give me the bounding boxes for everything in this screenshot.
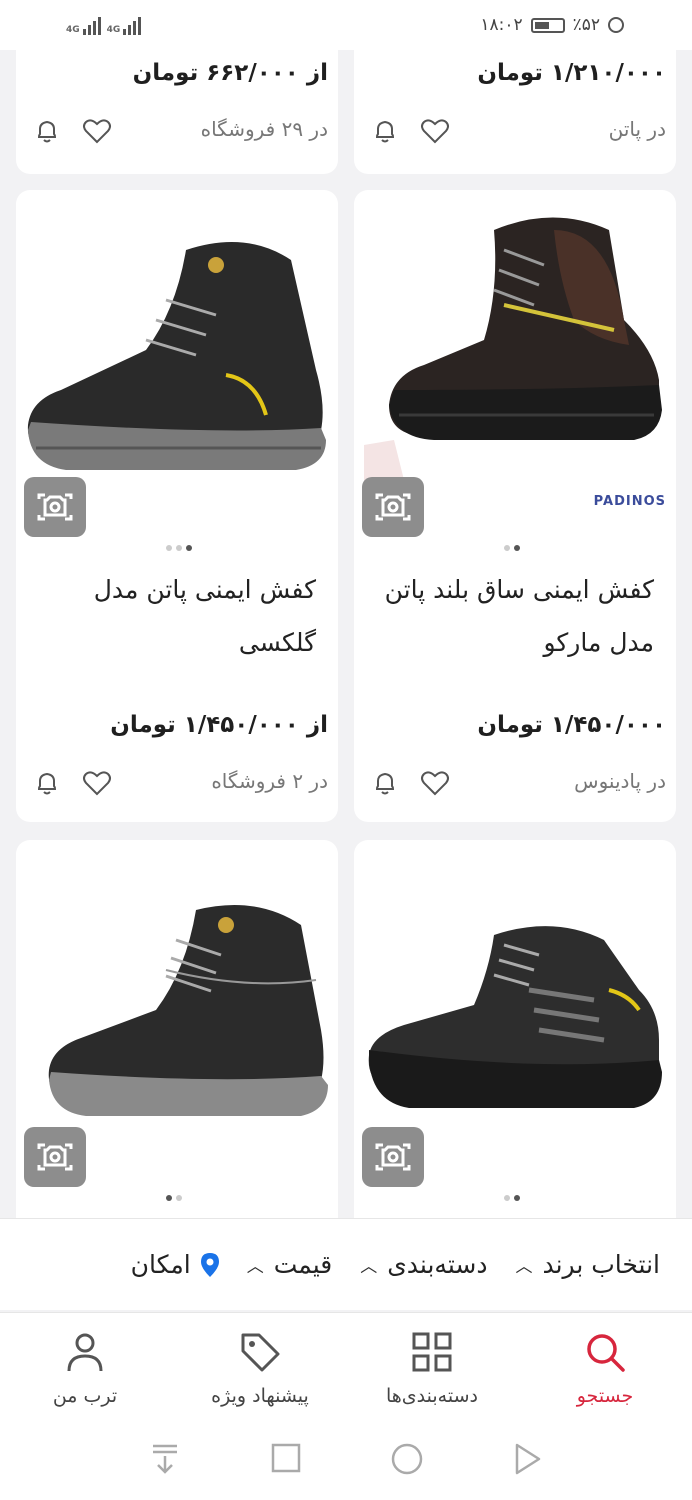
- notification-pull-icon[interactable]: [150, 1442, 180, 1476]
- chevron-up-icon: ︿: [515, 1257, 533, 1277]
- product-seller: در پادینوس: [574, 769, 666, 793]
- nav-label: دسته‌بندی‌ها: [386, 1385, 478, 1407]
- pager-dot: [504, 1195, 510, 1201]
- status-left: 4G 4G: [66, 15, 142, 35]
- product-price: از ۱/۴۵۰/۰۰۰ تومان: [110, 712, 328, 738]
- camera-search-icon: [375, 1143, 411, 1171]
- recent-apps-icon[interactable]: [270, 1442, 302, 1474]
- user-icon: [67, 1333, 103, 1372]
- bottom-nav: جستجو دسته‌بندی‌ها پیشنهاد ویژه ترب من: [0, 1312, 692, 1422]
- pager-dot: [514, 545, 520, 551]
- product-price: ۱/۲۱۰/۰۰۰ تومان: [477, 60, 666, 86]
- heart-icon[interactable]: [420, 771, 450, 797]
- image-search-button[interactable]: [362, 1127, 424, 1187]
- image-pager: [504, 545, 520, 551]
- nav-categories[interactable]: دسته‌بندی‌ها: [362, 1331, 502, 1407]
- signal-icon: 4G: [107, 15, 142, 35]
- system-nav: [0, 1422, 692, 1500]
- heart-icon[interactable]: [82, 119, 112, 145]
- card-actions: [34, 118, 112, 146]
- image-pager: [504, 1195, 520, 1201]
- back-icon[interactable]: [512, 1442, 542, 1476]
- filter-label: قیمت: [273, 1250, 333, 1279]
- nav-label: جستجو: [576, 1385, 634, 1407]
- home-icon[interactable]: [390, 1442, 424, 1476]
- product-seller: در ۲۹ فروشگاه: [200, 117, 328, 141]
- card-actions: [34, 770, 112, 798]
- heart-icon[interactable]: [82, 771, 112, 797]
- product-seller: در ۲ فروشگاه: [211, 769, 328, 793]
- filter-label: انتخاب برند: [542, 1250, 660, 1279]
- signal-icon: 4G: [66, 15, 101, 35]
- pager-dot: [176, 545, 182, 551]
- product-card[interactable]: ۱/۲۱۰/۰۰۰ تومان در پاتن: [354, 40, 676, 174]
- filter-brand[interactable]: انتخاب برند ︿: [515, 1250, 660, 1279]
- filter-label: امکان: [130, 1250, 191, 1279]
- image-search-button[interactable]: [362, 477, 424, 537]
- pager-dot: [166, 1195, 172, 1201]
- chevron-up-icon: ︿: [246, 1257, 264, 1277]
- heart-icon[interactable]: [420, 119, 450, 145]
- filter-location[interactable]: امکان: [131, 1250, 219, 1279]
- product-title: کفش ایمنی ساق بلند پاتن مدل مارکو: [384, 575, 654, 657]
- image-pager: [166, 545, 192, 551]
- pager-dot: [186, 545, 192, 551]
- status-right: ۱۸:۰۲ ٪۵۲: [480, 15, 624, 35]
- image-pager: [166, 1195, 182, 1201]
- search-icon: [587, 1334, 625, 1372]
- product-card[interactable]: [16, 840, 338, 1240]
- image-search-button[interactable]: [24, 1127, 86, 1187]
- bell-icon[interactable]: [34, 118, 60, 146]
- pager-dot: [504, 545, 510, 551]
- battery-level: ٪۵۲: [572, 15, 600, 35]
- nav-search[interactable]: جستجو: [560, 1331, 650, 1407]
- nav-label: ترب من: [52, 1385, 118, 1407]
- battery-icon: [530, 17, 565, 33]
- filter-bar: انتخاب برند ︿ دسته‌بندی ︿ قیمت ︿ امکان: [0, 1218, 692, 1310]
- image-search-button[interactable]: [24, 477, 86, 537]
- product-card[interactable]: کفش ایمنی پاتن مدل گلکسی از ۱/۴۵۰/۰۰۰ تو…: [16, 190, 338, 822]
- bell-icon[interactable]: [372, 118, 398, 146]
- chevron-up-icon: ︿: [360, 1257, 378, 1277]
- product-title: کفش ایمنی پاتن مدل گلکسی: [93, 575, 316, 657]
- card-actions: [372, 770, 450, 798]
- filter-label: دسته‌بندی: [387, 1250, 488, 1279]
- brand-watermark: PADINOS: [593, 494, 666, 509]
- camera-search-icon: [375, 493, 411, 521]
- pager-dot: [176, 1195, 182, 1201]
- camera-search-icon: [37, 493, 73, 521]
- filter-price[interactable]: قیمت ︿: [247, 1250, 333, 1279]
- pager-dot: [166, 545, 172, 551]
- product-price: از ۶۶۲/۰۰۰ تومان: [132, 60, 328, 86]
- product-price: ۱/۴۵۰/۰۰۰ تومان: [477, 712, 666, 738]
- bell-icon[interactable]: [372, 770, 398, 798]
- nav-special-offer[interactable]: پیشنهاد ویژه: [190, 1331, 330, 1407]
- network-label: 4G: [106, 25, 121, 35]
- filter-category[interactable]: دسته‌بندی ︿: [360, 1250, 487, 1279]
- product-card[interactable]: از ۶۶۲/۰۰۰ تومان در ۲۹ فروشگاه: [16, 40, 338, 174]
- tag-icon: [241, 1333, 280, 1372]
- product-card[interactable]: [354, 840, 676, 1240]
- product-card[interactable]: PADINOS کفش ایمنی ساق بلند پاتن مدل مارک…: [354, 190, 676, 822]
- product-seller: در پاتن: [608, 117, 666, 141]
- nav-profile[interactable]: ترب من: [30, 1331, 140, 1407]
- nav-label: پیشنهاد ویژه: [211, 1385, 309, 1407]
- camera-search-icon: [37, 1143, 73, 1171]
- clock: ۱۸:۰۲: [480, 15, 523, 35]
- location-pin-icon: [200, 1252, 219, 1277]
- network-label: 4G: [66, 25, 80, 35]
- bell-icon[interactable]: [34, 770, 60, 798]
- card-actions: [372, 118, 450, 146]
- alarm-icon: [608, 17, 624, 33]
- pager-dot: [514, 1195, 520, 1201]
- grid-icon: [412, 1332, 452, 1372]
